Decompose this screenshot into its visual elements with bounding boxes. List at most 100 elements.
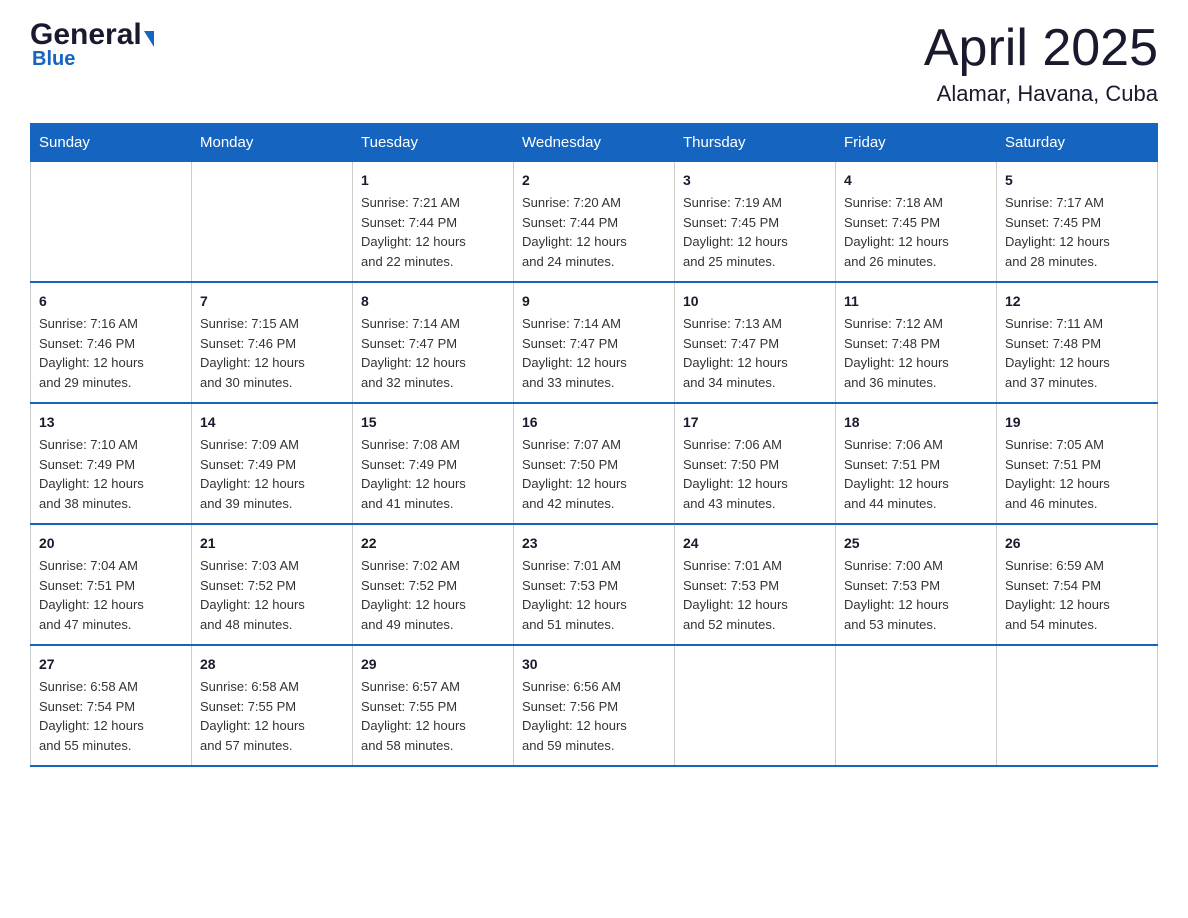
day-cell: 1Sunrise: 7:21 AM Sunset: 7:44 PM Daylig… [353, 162, 514, 283]
day-info: Sunrise: 7:19 AM Sunset: 7:45 PM Dayligh… [683, 193, 827, 271]
day-info: Sunrise: 7:08 AM Sunset: 7:49 PM Dayligh… [361, 435, 505, 513]
day-cell: 10Sunrise: 7:13 AM Sunset: 7:47 PM Dayli… [675, 282, 836, 403]
day-cell: 25Sunrise: 7:00 AM Sunset: 7:53 PM Dayli… [836, 524, 997, 645]
day-info: Sunrise: 7:14 AM Sunset: 7:47 PM Dayligh… [522, 314, 666, 392]
day-info: Sunrise: 7:05 AM Sunset: 7:51 PM Dayligh… [1005, 435, 1149, 513]
header-wednesday: Wednesday [514, 124, 675, 162]
day-info: Sunrise: 6:58 AM Sunset: 7:55 PM Dayligh… [200, 677, 344, 755]
main-title: April 2025 [924, 20, 1158, 77]
logo-general: General [30, 20, 142, 50]
day-number: 18 [844, 412, 988, 433]
day-info: Sunrise: 7:06 AM Sunset: 7:51 PM Dayligh… [844, 435, 988, 513]
day-info: Sunrise: 6:59 AM Sunset: 7:54 PM Dayligh… [1005, 556, 1149, 634]
day-number: 21 [200, 533, 344, 554]
day-number: 4 [844, 170, 988, 191]
day-info: Sunrise: 6:56 AM Sunset: 7:56 PM Dayligh… [522, 677, 666, 755]
day-cell: 14Sunrise: 7:09 AM Sunset: 7:49 PM Dayli… [192, 403, 353, 524]
day-cell: 28Sunrise: 6:58 AM Sunset: 7:55 PM Dayli… [192, 645, 353, 766]
day-info: Sunrise: 6:57 AM Sunset: 7:55 PM Dayligh… [361, 677, 505, 755]
day-number: 20 [39, 533, 183, 554]
day-number: 5 [1005, 170, 1149, 191]
day-cell [675, 645, 836, 766]
subtitle: Alamar, Havana, Cuba [924, 81, 1158, 107]
day-cell [997, 645, 1158, 766]
day-cell: 16Sunrise: 7:07 AM Sunset: 7:50 PM Dayli… [514, 403, 675, 524]
day-number: 30 [522, 654, 666, 675]
day-number: 12 [1005, 291, 1149, 312]
day-info: Sunrise: 7:21 AM Sunset: 7:44 PM Dayligh… [361, 193, 505, 271]
day-cell: 8Sunrise: 7:14 AM Sunset: 7:47 PM Daylig… [353, 282, 514, 403]
day-info: Sunrise: 7:07 AM Sunset: 7:50 PM Dayligh… [522, 435, 666, 513]
week-row-2: 6Sunrise: 7:16 AM Sunset: 7:46 PM Daylig… [31, 282, 1158, 403]
day-info: Sunrise: 7:13 AM Sunset: 7:47 PM Dayligh… [683, 314, 827, 392]
day-cell: 4Sunrise: 7:18 AM Sunset: 7:45 PM Daylig… [836, 162, 997, 283]
day-number: 24 [683, 533, 827, 554]
day-info: Sunrise: 6:58 AM Sunset: 7:54 PM Dayligh… [39, 677, 183, 755]
logo: General [30, 20, 154, 50]
day-number: 15 [361, 412, 505, 433]
day-cell [31, 162, 192, 283]
day-cell: 7Sunrise: 7:15 AM Sunset: 7:46 PM Daylig… [192, 282, 353, 403]
day-cell: 22Sunrise: 7:02 AM Sunset: 7:52 PM Dayli… [353, 524, 514, 645]
day-number: 26 [1005, 533, 1149, 554]
day-info: Sunrise: 7:16 AM Sunset: 7:46 PM Dayligh… [39, 314, 183, 392]
day-cell: 26Sunrise: 6:59 AM Sunset: 7:54 PM Dayli… [997, 524, 1158, 645]
day-info: Sunrise: 7:17 AM Sunset: 7:45 PM Dayligh… [1005, 193, 1149, 271]
day-number: 16 [522, 412, 666, 433]
header: General Blue April 2025 Alamar, Havana, … [30, 20, 1158, 107]
day-cell: 17Sunrise: 7:06 AM Sunset: 7:50 PM Dayli… [675, 403, 836, 524]
day-cell: 18Sunrise: 7:06 AM Sunset: 7:51 PM Dayli… [836, 403, 997, 524]
day-info: Sunrise: 7:10 AM Sunset: 7:49 PM Dayligh… [39, 435, 183, 513]
day-cell: 29Sunrise: 6:57 AM Sunset: 7:55 PM Dayli… [353, 645, 514, 766]
header-saturday: Saturday [997, 124, 1158, 162]
day-cell [192, 162, 353, 283]
day-info: Sunrise: 7:14 AM Sunset: 7:47 PM Dayligh… [361, 314, 505, 392]
day-info: Sunrise: 7:06 AM Sunset: 7:50 PM Dayligh… [683, 435, 827, 513]
calendar-table: SundayMondayTuesdayWednesdayThursdayFrid… [30, 123, 1158, 767]
day-info: Sunrise: 7:09 AM Sunset: 7:49 PM Dayligh… [200, 435, 344, 513]
day-cell: 15Sunrise: 7:08 AM Sunset: 7:49 PM Dayli… [353, 403, 514, 524]
day-cell: 21Sunrise: 7:03 AM Sunset: 7:52 PM Dayli… [192, 524, 353, 645]
day-cell: 9Sunrise: 7:14 AM Sunset: 7:47 PM Daylig… [514, 282, 675, 403]
logo-arrow-icon [144, 31, 154, 47]
day-number: 8 [361, 291, 505, 312]
day-number: 6 [39, 291, 183, 312]
day-number: 13 [39, 412, 183, 433]
day-number: 19 [1005, 412, 1149, 433]
header-monday: Monday [192, 124, 353, 162]
day-number: 11 [844, 291, 988, 312]
logo-blue-text: Blue [32, 48, 75, 71]
day-info: Sunrise: 7:01 AM Sunset: 7:53 PM Dayligh… [522, 556, 666, 634]
week-row-1: 1Sunrise: 7:21 AM Sunset: 7:44 PM Daylig… [31, 162, 1158, 283]
day-info: Sunrise: 7:02 AM Sunset: 7:52 PM Dayligh… [361, 556, 505, 634]
week-row-3: 13Sunrise: 7:10 AM Sunset: 7:49 PM Dayli… [31, 403, 1158, 524]
day-info: Sunrise: 7:00 AM Sunset: 7:53 PM Dayligh… [844, 556, 988, 634]
day-info: Sunrise: 7:18 AM Sunset: 7:45 PM Dayligh… [844, 193, 988, 271]
calendar-header-row: SundayMondayTuesdayWednesdayThursdayFrid… [31, 124, 1158, 162]
day-cell: 19Sunrise: 7:05 AM Sunset: 7:51 PM Dayli… [997, 403, 1158, 524]
header-thursday: Thursday [675, 124, 836, 162]
day-number: 7 [200, 291, 344, 312]
day-cell: 3Sunrise: 7:19 AM Sunset: 7:45 PM Daylig… [675, 162, 836, 283]
day-number: 29 [361, 654, 505, 675]
day-number: 22 [361, 533, 505, 554]
day-info: Sunrise: 7:20 AM Sunset: 7:44 PM Dayligh… [522, 193, 666, 271]
day-number: 2 [522, 170, 666, 191]
day-cell: 2Sunrise: 7:20 AM Sunset: 7:44 PM Daylig… [514, 162, 675, 283]
day-cell: 12Sunrise: 7:11 AM Sunset: 7:48 PM Dayli… [997, 282, 1158, 403]
day-number: 23 [522, 533, 666, 554]
header-tuesday: Tuesday [353, 124, 514, 162]
week-row-4: 20Sunrise: 7:04 AM Sunset: 7:51 PM Dayli… [31, 524, 1158, 645]
day-cell [836, 645, 997, 766]
day-number: 1 [361, 170, 505, 191]
day-number: 17 [683, 412, 827, 433]
day-info: Sunrise: 7:03 AM Sunset: 7:52 PM Dayligh… [200, 556, 344, 634]
day-cell: 23Sunrise: 7:01 AM Sunset: 7:53 PM Dayli… [514, 524, 675, 645]
day-cell: 24Sunrise: 7:01 AM Sunset: 7:53 PM Dayli… [675, 524, 836, 645]
day-cell: 13Sunrise: 7:10 AM Sunset: 7:49 PM Dayli… [31, 403, 192, 524]
day-cell: 20Sunrise: 7:04 AM Sunset: 7:51 PM Dayli… [31, 524, 192, 645]
day-info: Sunrise: 7:04 AM Sunset: 7:51 PM Dayligh… [39, 556, 183, 634]
day-cell: 30Sunrise: 6:56 AM Sunset: 7:56 PM Dayli… [514, 645, 675, 766]
header-sunday: Sunday [31, 124, 192, 162]
logo-area: General Blue [30, 20, 154, 71]
